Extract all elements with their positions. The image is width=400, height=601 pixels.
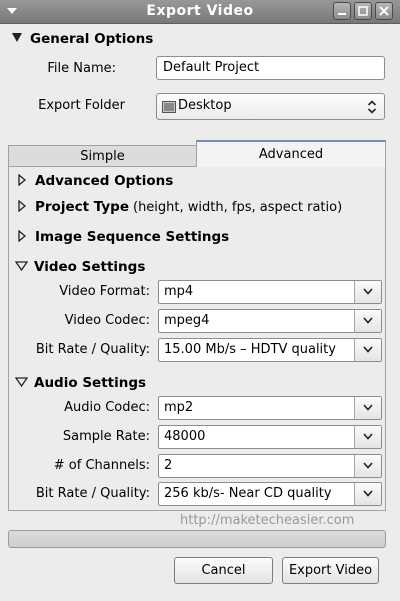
chevron-down-icon (363, 433, 373, 440)
audio-codec-label: Audio Codec: (64, 400, 150, 415)
title-bar[interactable]: Export Video (0, 0, 400, 24)
collapsed-arrow-icon (18, 174, 27, 186)
maximize-button[interactable] (354, 2, 372, 20)
chevron-down-icon (363, 317, 373, 324)
advanced-options-expander[interactable]: Advanced Options (17, 173, 173, 189)
export-folder-value: Desktop (178, 98, 232, 113)
export-video-button[interactable]: Export Video (282, 557, 379, 584)
export-folder-label: Export Folder (38, 98, 125, 113)
video-settings-expander[interactable]: Video Settings (15, 259, 145, 275)
channels-select[interactable]: 2 (158, 454, 382, 478)
image-sequence-expander[interactable]: Image Sequence Settings (17, 229, 229, 245)
collapsed-arrow-icon (18, 230, 27, 242)
chevron-down-icon (363, 288, 373, 295)
video-bitrate-value: 15.00 Mb/s – HDTV quality (164, 342, 336, 357)
audio-settings-heading: Audio Settings (34, 375, 147, 391)
export-folder-select[interactable]: Desktop (156, 93, 385, 120)
advanced-options-heading: Advanced Options (35, 173, 174, 189)
collapsed-arrow-icon (18, 200, 27, 212)
dropdown-button[interactable] (354, 397, 381, 419)
up-down-chevron-icon (367, 100, 377, 114)
folder-icon (162, 101, 176, 113)
file-name-input[interactable]: Default Project (156, 56, 385, 80)
expanded-arrow-icon (12, 33, 22, 42)
minimize-button[interactable] (333, 2, 351, 20)
video-format-select[interactable]: mp4 (158, 280, 382, 304)
audio-codec-value: mp2 (164, 400, 194, 415)
tab-simple[interactable]: Simple (8, 145, 197, 166)
project-type-hint: (height, width, fps, aspect ratio) (133, 200, 343, 215)
close-icon (379, 6, 389, 16)
video-format-label: Video Format: (59, 284, 150, 299)
video-format-value: mp4 (164, 284, 194, 299)
expanded-arrow-icon (15, 261, 28, 271)
video-bitrate-label: Bit Rate / Quality: (35, 342, 150, 357)
video-codec-value: mpeg4 (164, 313, 210, 328)
dropdown-button[interactable] (354, 483, 381, 505)
dropdown-button[interactable] (354, 339, 381, 361)
export-progress-bar (8, 530, 386, 548)
dropdown-button[interactable] (354, 310, 381, 332)
cancel-button[interactable]: Cancel (174, 557, 273, 584)
project-type-expander[interactable]: Project Type (height, width, fps, aspect … (17, 199, 342, 215)
watermark-text: http://maketecheasier.com (180, 513, 355, 528)
file-name-label: File Name: (47, 61, 116, 76)
minimize-icon (338, 13, 346, 15)
audio-settings-expander[interactable]: Audio Settings (15, 375, 146, 391)
chevron-down-icon (363, 404, 373, 411)
maximize-icon (358, 6, 368, 16)
dropdown-button[interactable] (354, 281, 381, 303)
video-codec-label: Video Codec: (64, 313, 150, 328)
project-type-heading: Project Type (35, 199, 129, 215)
video-bitrate-select[interactable]: 15.00 Mb/s – HDTV quality (158, 338, 382, 362)
close-button[interactable] (375, 2, 393, 20)
sample-rate-value: 48000 (164, 429, 206, 444)
chevron-down-icon (363, 346, 373, 353)
advanced-tab-panel: Advanced Options Project Type (height, wi… (8, 166, 386, 511)
chevron-down-icon (363, 462, 373, 469)
channels-label: # of Channels: (53, 458, 150, 473)
image-sequence-heading: Image Sequence Settings (35, 229, 230, 245)
video-settings-heading: Video Settings (34, 259, 146, 275)
dropdown-button[interactable] (354, 455, 381, 477)
audio-codec-select[interactable]: mp2 (158, 396, 382, 420)
audio-bitrate-select[interactable]: 256 kb/s- Near CD quality (158, 482, 382, 506)
expanded-arrow-icon (15, 377, 28, 387)
video-codec-select[interactable]: mpeg4 (158, 309, 382, 333)
tab-advanced[interactable]: Advanced (196, 140, 386, 167)
dropdown-button[interactable] (354, 426, 381, 448)
channels-value: 2 (164, 458, 173, 473)
sample-rate-select[interactable]: 48000 (158, 425, 382, 449)
sample-rate-label: Sample Rate: (62, 429, 150, 444)
audio-bitrate-value: 256 kb/s- Near CD quality (164, 486, 332, 501)
general-options-expander[interactable]: General Options (12, 31, 153, 47)
audio-bitrate-label: Bit Rate / Quality: (35, 486, 150, 501)
general-options-heading: General Options (30, 31, 154, 47)
chevron-down-icon (363, 490, 373, 497)
